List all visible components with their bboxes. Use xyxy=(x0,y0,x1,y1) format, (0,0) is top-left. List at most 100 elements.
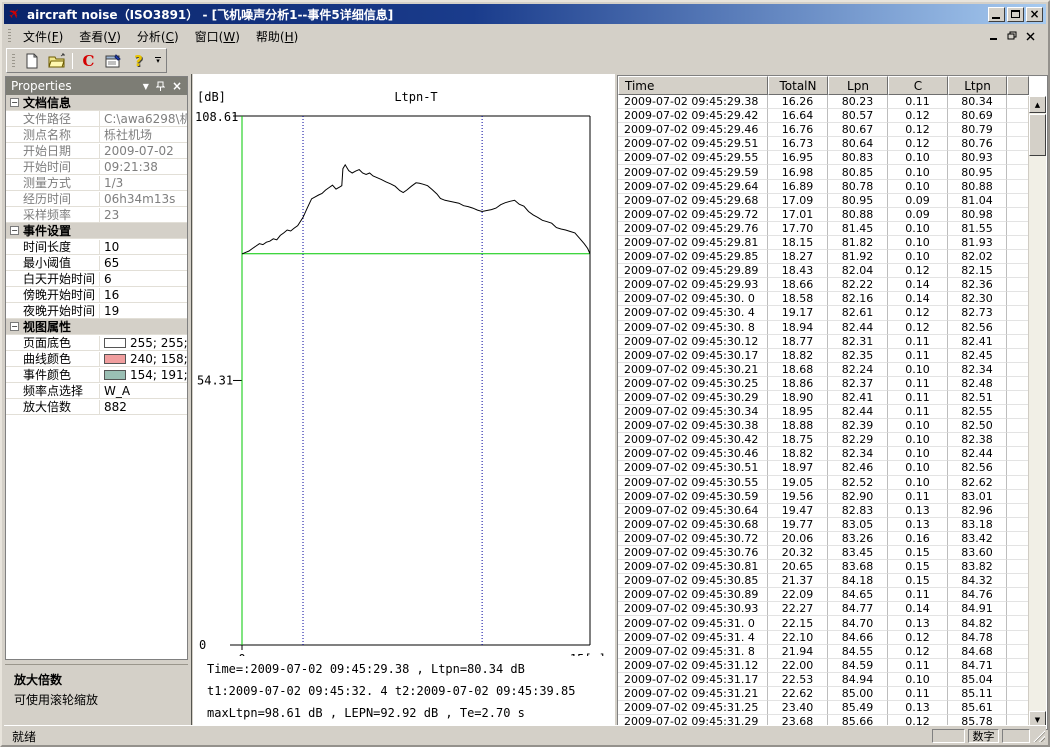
table-row[interactable]: 2009-07-02 09:45:29.5516.9580.830.1080.9… xyxy=(618,151,1047,165)
table-row[interactable]: 2009-07-02 09:45:30.3418.9582.440.1182.5… xyxy=(618,405,1047,419)
property-value[interactable]: 16 xyxy=(99,288,187,302)
table-row[interactable]: 2009-07-02 09:45:30.5519.0582.520.1082.6… xyxy=(618,476,1047,490)
toolbar-overflow-button[interactable]: ▾ xyxy=(153,57,163,64)
column-header-lpn[interactable]: Lpn xyxy=(828,76,888,95)
c-analysis-button[interactable]: C xyxy=(76,50,101,71)
table-row[interactable]: 2009-07-02 09:45:30.1218.7782.310.1182.4… xyxy=(618,335,1047,349)
table-row[interactable]: 2009-07-02 09:45:30.5919.5682.900.1183.0… xyxy=(618,490,1047,504)
table-row[interactable]: 2009-07-02 09:45:31. 022.1584.700.1384.8… xyxy=(618,616,1047,630)
property-section-header[interactable]: −文档信息 xyxy=(6,95,187,111)
property-row[interactable]: 傍晚开始时间16 xyxy=(6,287,187,303)
table-row[interactable]: 2009-07-02 09:45:30.7220.0683.260.1683.4… xyxy=(618,532,1047,546)
table-row[interactable]: 2009-07-02 09:45:30.8120.6583.680.1583.8… xyxy=(618,560,1047,574)
table-row[interactable]: 2009-07-02 09:45:30.8922.0984.650.1184.7… xyxy=(618,588,1047,602)
panel-close-icon[interactable]: × xyxy=(172,79,182,93)
mdi-restore-icon[interactable] xyxy=(1007,31,1018,41)
menu-grip[interactable] xyxy=(8,29,11,43)
table-row[interactable]: 2009-07-02 09:45:31.2523.4085.490.1385.6… xyxy=(618,701,1047,715)
table-row[interactable]: 2009-07-02 09:45:30.5118.9782.460.1082.5… xyxy=(618,461,1047,475)
table-row[interactable]: 2009-07-02 09:45:30.2918.9082.410.1182.5… xyxy=(618,391,1047,405)
table-row[interactable]: 2009-07-02 09:45:29.6817.0980.950.0981.0… xyxy=(618,194,1047,208)
mdi-minimize-icon[interactable] xyxy=(989,32,999,41)
table-row[interactable]: 2009-07-02 09:45:30. 018.5882.160.1482.3… xyxy=(618,292,1047,306)
property-value[interactable]: 19 xyxy=(99,304,187,318)
table-row[interactable]: 2009-07-02 09:45:29.4616.7680.670.1280.7… xyxy=(618,123,1047,137)
collapse-minus-icon[interactable]: − xyxy=(10,322,19,331)
table-row[interactable]: 2009-07-02 09:45:30.9322.2784.770.1484.9… xyxy=(618,602,1047,616)
table-row[interactable]: 2009-07-02 09:45:31.1722.5384.940.1085.0… xyxy=(618,673,1047,687)
property-row[interactable]: 曲线颜色240; 158; 15 xyxy=(6,351,187,367)
table-row[interactable]: 2009-07-02 09:45:31. 821.9484.550.1284.6… xyxy=(618,645,1047,659)
property-row[interactable]: 测点名称栎社机场 xyxy=(6,127,187,143)
property-row[interactable]: 时间长度10 xyxy=(6,239,187,255)
property-row[interactable]: 开始时间09:21:38 xyxy=(6,159,187,175)
table-row[interactable]: 2009-07-02 09:45:29.3816.2680.230.1180.3… xyxy=(618,95,1047,109)
property-row[interactable]: 测量方式1/3 xyxy=(6,175,187,191)
table-row[interactable]: 2009-07-02 09:45:29.7217.0180.880.0980.9… xyxy=(618,208,1047,222)
property-value[interactable]: 240; 158; 15 xyxy=(99,352,187,366)
panel-splitter[interactable] xyxy=(189,74,192,730)
property-row[interactable]: 频率点选择W_A xyxy=(6,383,187,399)
table-row[interactable]: 2009-07-02 09:45:30.2518.8682.370.1182.4… xyxy=(618,377,1047,391)
property-value[interactable]: 65 xyxy=(99,256,187,270)
menu-item-help[interactable]: 帮助(H) xyxy=(248,25,306,48)
title-bar[interactable]: ✈ aircraft noise（ISO3891） - [飞机噪声分析1--事件… xyxy=(4,4,1046,24)
table-row[interactable]: 2009-07-02 09:45:30.6819.7783.050.1383.1… xyxy=(618,518,1047,532)
property-section-header[interactable]: −事件设置 xyxy=(6,223,187,239)
table-row[interactable]: 2009-07-02 09:45:29.7617.7081.450.1081.5… xyxy=(618,222,1047,236)
properties-panel-header[interactable]: Properties ▼ × xyxy=(6,77,187,95)
table-row[interactable]: 2009-07-02 09:45:29.8518.2781.920.1082.0… xyxy=(618,250,1047,264)
property-value[interactable]: 882 xyxy=(99,400,187,414)
table-row[interactable]: 2009-07-02 09:45:30.4618.8282.340.1082.4… xyxy=(618,447,1047,461)
property-row[interactable]: 最小阈值65 xyxy=(6,255,187,271)
help-button[interactable]: ? xyxy=(126,50,151,71)
ltpn-chart[interactable]: Ltpn-T[dB]108.6154.310015[s] xyxy=(193,74,615,656)
table-row[interactable]: 2009-07-02 09:45:30.2118.6882.240.1082.3… xyxy=(618,363,1047,377)
panel-pin-icon[interactable] xyxy=(156,81,165,91)
property-value[interactable]: 10 xyxy=(99,240,187,254)
toolbar-grip[interactable] xyxy=(12,54,15,68)
property-value[interactable]: W_A xyxy=(99,384,187,398)
property-row[interactable]: 白天开始时间6 xyxy=(6,271,187,287)
table-scrollbar[interactable]: ▲ ▼ xyxy=(1028,96,1046,728)
resize-grip[interactable] xyxy=(1032,729,1045,742)
menu-item-analysis[interactable]: 分析(C) xyxy=(129,25,187,48)
property-row[interactable]: 放大倍数882 xyxy=(6,399,187,415)
property-row[interactable]: 经历时间06h34m13s xyxy=(6,191,187,207)
table-row[interactable]: 2009-07-02 09:45:30.7620.3283.450.1583.6… xyxy=(618,546,1047,560)
column-header-totaln[interactable]: TotalN xyxy=(768,76,828,95)
property-value[interactable]: 6 xyxy=(99,272,187,286)
property-section-header[interactable]: −视图属性 xyxy=(6,319,187,335)
maximize-button[interactable] xyxy=(1007,7,1024,22)
table-row[interactable]: 2009-07-02 09:45:31.2122.6285.000.1185.1… xyxy=(618,687,1047,701)
property-value[interactable]: 154; 191; 18 xyxy=(99,368,187,382)
table-row[interactable]: 2009-07-02 09:45:30.6419.4782.830.1382.9… xyxy=(618,504,1047,518)
table-row[interactable]: 2009-07-02 09:45:29.5116.7380.640.1280.7… xyxy=(618,137,1047,151)
table-row[interactable]: 2009-07-02 09:45:29.8918.4382.040.1282.1… xyxy=(618,264,1047,278)
scrollbar-thumb[interactable] xyxy=(1029,114,1046,156)
mdi-close-icon[interactable] xyxy=(1026,32,1036,41)
panel-dropdown-icon[interactable]: ▼ xyxy=(143,82,149,91)
minimize-button[interactable] xyxy=(988,7,1005,22)
menu-item-view[interactable]: 查看(V) xyxy=(71,25,129,48)
property-row[interactable]: 开始日期2009-07-02 xyxy=(6,143,187,159)
property-row[interactable]: 采样频率23 xyxy=(6,207,187,223)
open-file-button[interactable] xyxy=(44,50,69,71)
table-row[interactable]: 2009-07-02 09:45:29.6416.8980.780.1080.8… xyxy=(618,180,1047,194)
collapse-minus-icon[interactable]: − xyxy=(10,226,19,235)
table-row[interactable]: 2009-07-02 09:45:29.4216.6480.570.1280.6… xyxy=(618,109,1047,123)
column-header-c[interactable]: C xyxy=(888,76,948,95)
table-row[interactable]: 2009-07-02 09:45:30. 818.9482.440.1282.5… xyxy=(618,321,1047,335)
close-button[interactable]: × xyxy=(1026,7,1043,22)
properties-view-button[interactable] xyxy=(101,50,126,71)
menu-item-file[interactable]: 文件(F) xyxy=(15,25,71,48)
table-row[interactable]: 2009-07-02 09:45:30.4218.7582.290.1082.3… xyxy=(618,433,1047,447)
new-document-button[interactable] xyxy=(19,50,44,71)
property-row[interactable]: 页面底色255; 255; 25 xyxy=(6,335,187,351)
scroll-up-button[interactable]: ▲ xyxy=(1029,96,1046,113)
property-row[interactable]: 夜晚开始时间19 xyxy=(6,303,187,319)
table-row[interactable]: 2009-07-02 09:45:30.8521.3784.180.1584.3… xyxy=(618,574,1047,588)
table-row[interactable]: 2009-07-02 09:45:31. 422.1084.660.1284.7… xyxy=(618,631,1047,645)
table-row[interactable]: 2009-07-02 09:45:30.3818.8882.390.1082.5… xyxy=(618,419,1047,433)
table-row[interactable]: 2009-07-02 09:45:29.5916.9880.850.1080.9… xyxy=(618,165,1047,179)
